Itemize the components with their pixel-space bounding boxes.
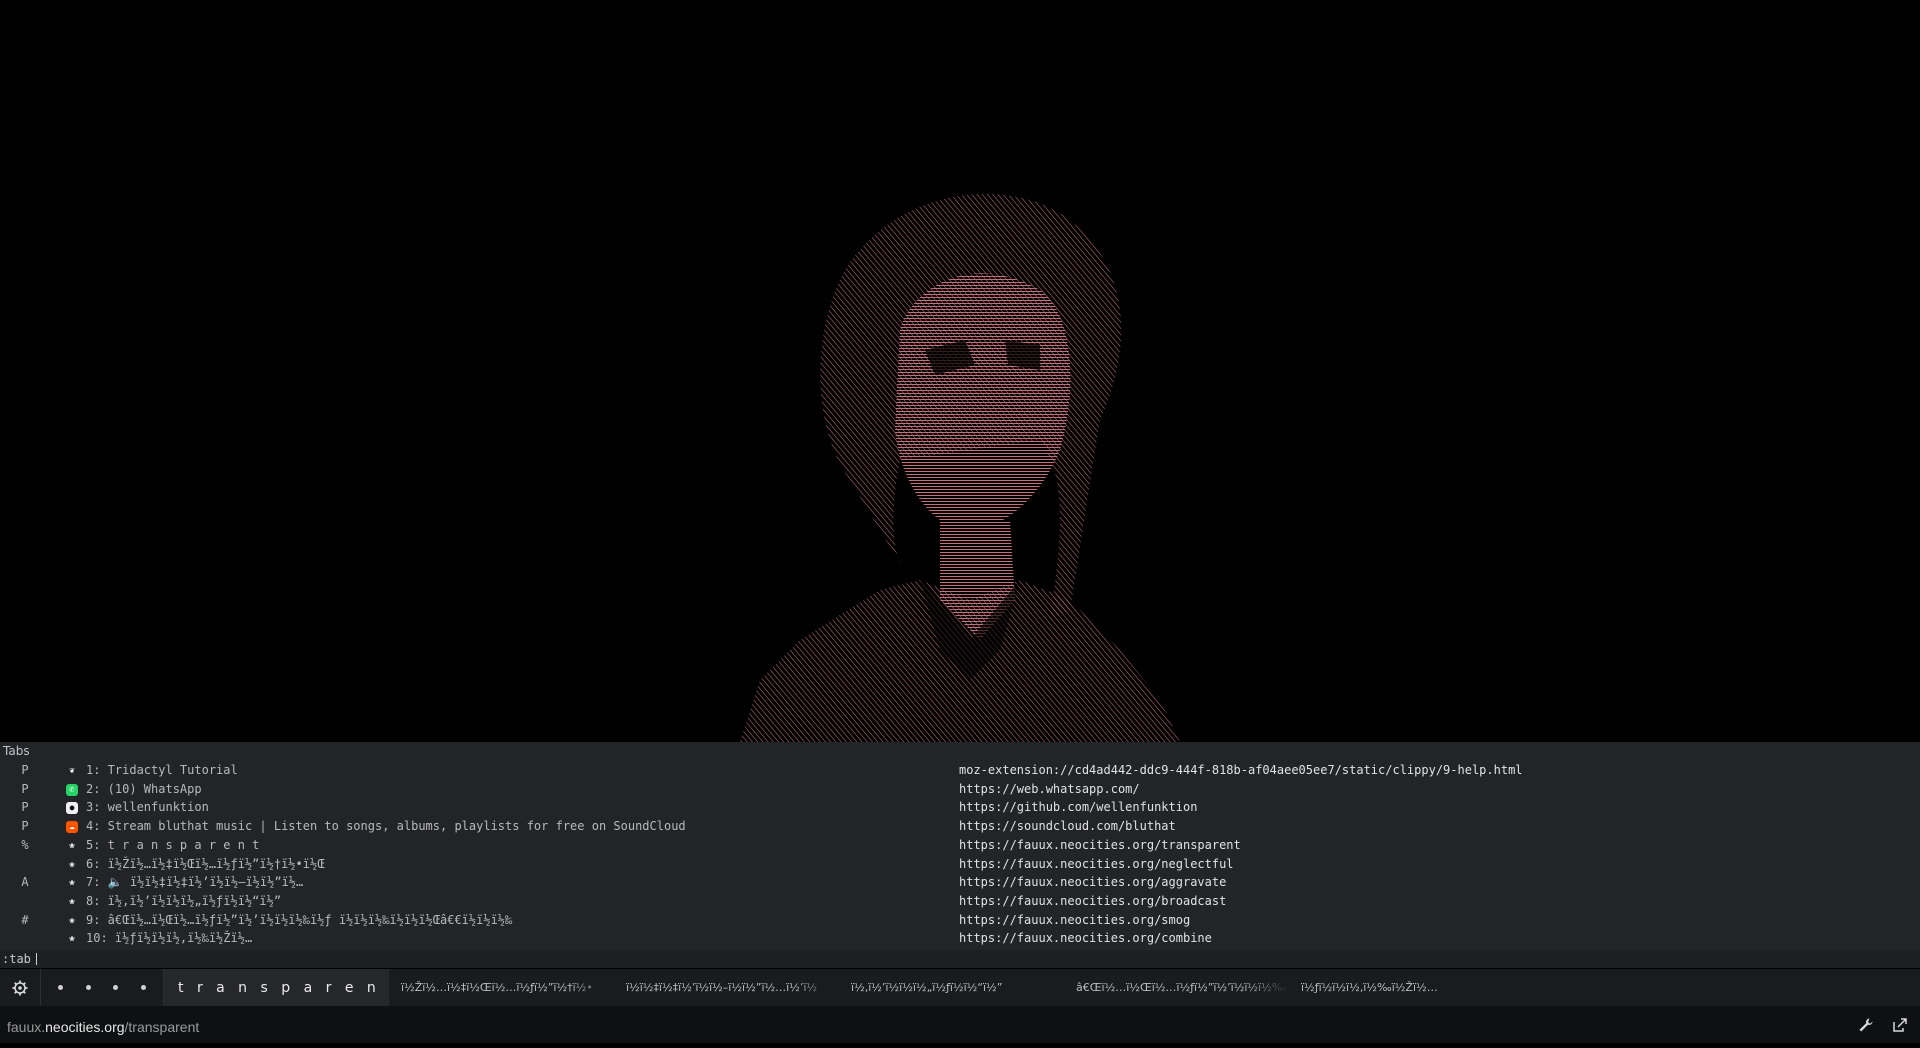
pinned-tabs xyxy=(41,969,164,1006)
status-bar: fauux.neocities.org/transparent xyxy=(0,1006,1920,1043)
completion-header: Tabs xyxy=(3,744,30,758)
github-icon: ● xyxy=(66,802,78,815)
row-url: https://fauux.neocities.org/aggravate xyxy=(959,875,1227,890)
neocities-icon: ❀ xyxy=(69,840,75,851)
tab-completion-row[interactable]: P ❦ 1: Tridactyl Tutorial moz-extension://c… xyxy=(0,761,1920,780)
pinned-tab-3[interactable] xyxy=(113,985,119,990)
row-prefix: % xyxy=(21,837,29,852)
share-button[interactable] xyxy=(1890,1015,1910,1035)
row-title: 10: ï½ƒï½ï½ï½‚ï½‰ï½Žï½… xyxy=(86,931,253,946)
whatsapp-icon: ✆ xyxy=(66,783,78,796)
tab-smog[interactable]: â€Œï½…ï½Œï½…ï½ƒï½”ï½’ï½ï½ï½‰ï½ƒ xyxy=(1064,969,1289,1006)
neocities-icon: ❀ xyxy=(69,859,75,870)
row-title: 6: ï½Žï½…ï½‡ï½Œï½…ï½ƒï½”ï½†ï½•ï½Œ xyxy=(86,856,325,871)
neocities-icon: ❀ xyxy=(69,934,75,945)
url-domain: neocities.org xyxy=(45,1019,125,1035)
tab-completion-row[interactable]: ❀ 6: ï½Žï½…ï½‡ï½Œï½…ï½ƒï½”ï½†ï½•ï½Œ https:… xyxy=(0,855,1920,874)
soundcloud-icon: ☁ xyxy=(66,821,78,834)
row-url: https://fauux.neocities.org/neglectful xyxy=(959,856,1234,871)
speaker-icon: 🔈 xyxy=(107,875,123,890)
row-prefix: A xyxy=(21,875,29,890)
neocities-icon: ❀ xyxy=(69,878,75,889)
pinned-tab-2[interactable] xyxy=(85,985,91,990)
tab-completion-row[interactable]: P ● 3: wellenfunktion https://github.com/we… xyxy=(0,798,1920,817)
row-title: 4: Stream bluthat music | Listen to song… xyxy=(86,819,686,834)
gear-icon xyxy=(12,980,28,995)
row-prefix: P xyxy=(21,800,29,815)
row-prefix: P xyxy=(21,819,29,834)
tab-completion-row[interactable]: P ☁ 4: Stream bluthat music | Listen to so… xyxy=(0,817,1920,836)
tab-combine[interactable]: ï½ƒï½ï½ï½‚ï½‰ï½Žï½… xyxy=(1289,969,1514,1006)
url-path: /transparent xyxy=(124,1019,200,1035)
row-prefix: P xyxy=(21,763,29,777)
tab-completion-row[interactable]: % ❀ 5: t r a n s p a r e n t https://fauux.… xyxy=(0,836,1920,855)
text-cursor xyxy=(36,953,37,965)
row-title: 3: wellenfunktion xyxy=(86,800,209,815)
tab-completion-row[interactable]: P ✆ 2: (10) WhatsApp https://web.whatsapp.c… xyxy=(0,780,1920,799)
row-url: https://fauux.neocities.org/smog xyxy=(959,912,1191,927)
tab-aggravate[interactable]: ï½ï½‡ï½‡ï½’ï½ï½–ï½ï½”ï½…ï½’ï½ xyxy=(614,969,839,1006)
url-subdomain: fauux. xyxy=(7,1019,46,1035)
tab-broadcast[interactable]: ï½‚ï½’ï½ï½ï½„ï½ƒï½ï½“ï½” xyxy=(839,969,1064,1006)
tab-completion-panel: Tabs P ❦ 1: Tridactyl Tutorial moz-extensio… xyxy=(0,742,1920,967)
row-title: 8: ï½‚ï½’ï½ï½ï½„ï½ƒï½ï½“ï½” xyxy=(86,893,282,908)
row-title: 7: 🔈 ï½ï½‡ï½‡ï½’ï½ï½–ï½ï½”ï½… xyxy=(86,873,926,892)
row-prefix: P xyxy=(21,781,29,796)
tab-completion-row[interactable]: ❀ 10: ï½ƒï½ï½ï½‚ï½‰ï½Žï½… https://fauux.ne… xyxy=(0,929,1920,948)
row-title: 2: (10) WhatsApp xyxy=(86,781,202,796)
pinned-tab-4[interactable] xyxy=(140,985,146,990)
page-canvas xyxy=(0,0,1920,742)
row-url: https://fauux.neocities.org/transparent xyxy=(959,837,1241,852)
tools-button[interactable] xyxy=(1856,1015,1876,1035)
row-title-text: ï½ï½‡ï½‡ï½’ï½ï½–ï½ï½”ï½… xyxy=(122,875,304,890)
row-title: 9: â€Œï½…ï½Œï½…ï½ƒï½”ï½’ï½ï½ï½‰ï½ƒ ï½ï½ï… xyxy=(86,912,513,927)
pinned-tab-1[interactable] xyxy=(58,985,64,990)
tab-active[interactable]: t r a n s p a r e n t xyxy=(164,969,389,1006)
tab-completion-row[interactable]: # ❀ 9: â€Œï½…ï½Œï½…ï½ƒï½”ï½’ï½ï½ï½‰ï½ƒ ï½ï… xyxy=(0,911,1920,930)
tab-neglectful[interactable]: ï½Žï½…ï½‡ï½Œï½…ï½ƒï½”ï½†ï½• xyxy=(389,969,614,1006)
neocities-icon: ❀ xyxy=(69,896,75,907)
row-url: https://web.whatsapp.com/ xyxy=(959,781,1140,796)
row-title-number: 7: xyxy=(86,875,108,890)
tab-completion-row[interactable]: A ❀ 7: 🔈 ï½ï½‡ï½‡ï½’ï½ï½–ï½ï½”ï½… https://f… xyxy=(0,873,1920,892)
status-url[interactable]: fauux.neocities.org/transparent xyxy=(7,1006,199,1048)
tab-strip: t r a n s p a r e n t ï½Žï½…ï½‡ï½Œï½…ï½ƒ… xyxy=(0,969,1920,1006)
tab-completion-row[interactable]: ❀ 8: ï½‚ï½’ï½ï½ï½„ï½ƒï½ï½“ï½” https://fauu… xyxy=(0,892,1920,911)
command-input[interactable] xyxy=(2,950,602,968)
tridactyl-leaf-icon: ❦ xyxy=(69,766,75,776)
ascii-portrait-image xyxy=(740,193,1180,742)
neocities-icon: ❀ xyxy=(69,915,75,926)
row-url: https://soundcloud.com/bluthat xyxy=(959,819,1176,834)
command-line xyxy=(0,950,1920,968)
share-icon xyxy=(1893,1018,1907,1032)
wrench-icon xyxy=(1859,1018,1873,1032)
row-url: https://fauux.neocities.org/broadcast xyxy=(959,893,1227,908)
row-title: 1: Tridactyl Tutorial xyxy=(86,763,238,777)
row-url: https://fauux.neocities.org/combine xyxy=(959,931,1212,946)
row-title: 5: t r a n s p a r e n t xyxy=(86,837,260,852)
row-url: moz-extension://cd4ad442-ddc9-444f-818b-… xyxy=(959,763,1523,777)
row-prefix: # xyxy=(21,912,29,927)
settings-gear-button[interactable] xyxy=(0,969,41,1006)
row-url: https://github.com/wellenfunktion xyxy=(959,800,1198,815)
